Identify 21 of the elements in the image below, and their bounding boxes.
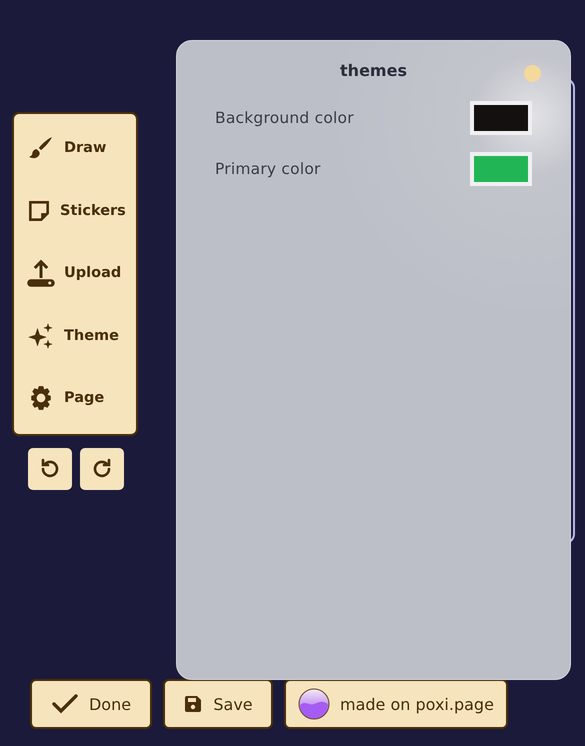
color-swatch[interactable]: [470, 152, 532, 186]
draw-tool[interactable]: Draw: [14, 120, 136, 176]
color-swatch[interactable]: [470, 100, 532, 134]
setting-label: Primary color: [215, 160, 321, 178]
indicator-dot: [524, 65, 541, 82]
upload-icon: [26, 258, 56, 288]
redo-button[interactable]: [80, 448, 124, 490]
save-button[interactable]: Save: [163, 679, 273, 729]
page-tool[interactable]: Page: [14, 370, 136, 426]
brush-icon: [28, 135, 54, 161]
panel-title: themes: [339, 61, 408, 80]
done-button[interactable]: Done: [30, 679, 152, 729]
setting-label: Background color: [215, 108, 354, 126]
upload-tool[interactable]: Upload: [14, 245, 136, 301]
theme-tool[interactable]: Theme: [14, 308, 136, 364]
logo-icon: [298, 688, 330, 720]
sparkles-icon: [27, 322, 55, 350]
undo-button[interactable]: [28, 448, 72, 490]
stickers-tool[interactable]: Stickers: [14, 182, 136, 238]
poxi-link[interactable]: made on poxi.page: [284, 679, 508, 729]
check-icon: [50, 693, 79, 715]
